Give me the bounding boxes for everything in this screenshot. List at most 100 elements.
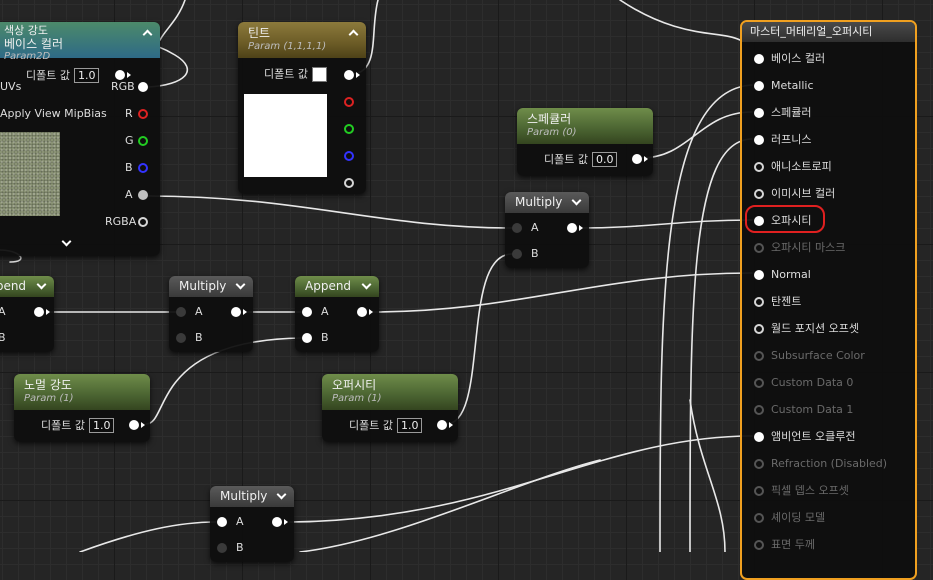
specular-subtitle: Param (0) — [527, 127, 577, 138]
multiply-top-out-pin[interactable] — [567, 223, 577, 233]
master-material-node[interactable]: 마스터_머테리얼_오퍼시티 베이스 컬러 Metallic 스페큘러 러프니스 애니소트… — [740, 20, 917, 580]
multiply-top-a-in-pin[interactable] — [512, 223, 522, 233]
specular-default-input[interactable]: 0.0 — [591, 152, 618, 167]
a-out-pin[interactable] — [138, 190, 148, 200]
master-input-pin[interactable] — [754, 54, 764, 64]
normal-intensity-default-input[interactable]: 1.0 — [88, 418, 115, 433]
multiply-bottom-pin-a: A — [236, 515, 244, 528]
expand-icon[interactable] — [60, 236, 72, 248]
tint-color-swatch[interactable] — [311, 67, 327, 82]
specular-out-pin[interactable] — [632, 154, 642, 164]
default-value-input[interactable]: 1.0 — [73, 68, 100, 83]
multiply-node-top[interactable]: Multiply A B — [505, 192, 589, 268]
tint-b-out-pin[interactable] — [344, 151, 354, 161]
master-input-pin[interactable] — [754, 162, 764, 172]
normal-intensity-out-pin[interactable] — [129, 420, 139, 430]
master-input-pin[interactable] — [754, 297, 764, 307]
master-input-label: Normal — [771, 268, 811, 281]
master-input-pin[interactable] — [754, 135, 764, 145]
chevron-down-icon[interactable] — [35, 279, 47, 291]
master-input-pin[interactable] — [754, 432, 764, 442]
master-input-pin[interactable] — [754, 81, 764, 91]
tint-a-out-pin[interactable] — [344, 178, 354, 188]
append-node-mid[interactable]: Append A B — [295, 276, 379, 352]
append-mid-pin-a: A — [321, 305, 329, 318]
wire — [299, 459, 601, 552]
texture-preview — [0, 132, 60, 216]
normal-intensity-header[interactable]: 노멀 강도 Param (1) — [14, 374, 150, 410]
rgb-out-pin[interactable] — [138, 82, 148, 92]
master-input-pin[interactable] — [754, 405, 764, 415]
b-out-pin[interactable] — [138, 163, 148, 173]
tint-r-out-pin[interactable] — [344, 97, 354, 107]
opacity-param-default-input[interactable]: 1.0 — [396, 418, 423, 433]
multiply-top-header[interactable]: Multiply — [505, 192, 589, 213]
append-left-header[interactable]: Append — [0, 276, 54, 297]
wire — [577, 219, 753, 229]
chevron-down-icon[interactable] — [234, 279, 246, 291]
tint-header[interactable]: 틴트 Param (1,1,1,1) — [238, 22, 366, 58]
master-input-pin[interactable] — [754, 243, 764, 253]
master-material-header[interactable]: 마스터_머테리얼_오퍼시티 — [742, 22, 915, 42]
opacity-param-node[interactable]: 오퍼시티 Param (1) 디폴트 값 1.0 — [322, 374, 458, 442]
append-node-left[interactable]: Append A B — [0, 276, 54, 352]
master-input-pin[interactable] — [754, 486, 764, 496]
collapse-icon[interactable] — [347, 27, 359, 39]
tint-preview — [244, 94, 327, 177]
append-mid-a-in-pin[interactable] — [302, 307, 312, 317]
multiply-bottom-a-in-pin[interactable] — [217, 517, 227, 527]
append-mid-header[interactable]: Append — [295, 276, 379, 297]
multiply-top-b-in-pin[interactable] — [512, 249, 522, 259]
tint-subtitle: Param (1,1,1,1) — [248, 41, 327, 52]
master-input-pin[interactable] — [754, 540, 764, 550]
wire — [640, 111, 753, 159]
master-input-pin[interactable] — [754, 459, 764, 469]
arrow-icon — [449, 422, 453, 428]
master-input-pin[interactable] — [754, 351, 764, 361]
r-out-pin[interactable] — [138, 109, 148, 119]
master-input-pin[interactable] — [754, 108, 764, 118]
append-mid-out-pin[interactable] — [357, 307, 367, 317]
tint-node[interactable]: 틴트 Param (1,1,1,1) 디폴트 값 — [238, 22, 366, 194]
arrow-icon — [141, 422, 145, 428]
normal-intensity-node[interactable]: 노멀 강도 Param (1) 디폴트 값 1.0 — [14, 374, 150, 442]
rgba-out-pin[interactable] — [138, 217, 148, 227]
multiply-bottom-out-pin[interactable] — [272, 517, 282, 527]
opacity-param-header[interactable]: 오퍼시티 Param (1) — [322, 374, 458, 410]
g-out-pin[interactable] — [138, 136, 148, 146]
opacity-param-out-pin[interactable] — [437, 420, 447, 430]
chevron-down-icon[interactable] — [275, 489, 287, 501]
append-left-pin-b: B — [0, 331, 6, 344]
texture-sample-header[interactable]: 색상 강도 베이스 컬러 Param2D — [0, 22, 160, 62]
append-mid-b-in-pin[interactable] — [302, 333, 312, 343]
texture-sample-node[interactable]: 색상 강도 베이스 컬러 Param2D 디폴트 값 1.0 UVs RGB Ap… — [0, 22, 160, 256]
arrow-icon — [369, 309, 373, 315]
multiply-bottom-header[interactable]: Multiply — [210, 486, 294, 507]
pin-label-rgb: RGB — [111, 80, 135, 93]
multiply-mid-out-pin[interactable] — [231, 307, 241, 317]
multiply-top-pin-b: B — [531, 247, 539, 260]
master-input-pin[interactable] — [754, 513, 764, 523]
master-input-pin[interactable] — [754, 324, 764, 334]
chevron-down-icon[interactable] — [360, 279, 372, 291]
master-input-pin[interactable] — [754, 270, 764, 280]
multiply-mid-b-in-pin[interactable] — [176, 333, 186, 343]
multiply-mid-header[interactable]: Multiply — [169, 276, 253, 297]
tint-g-out-pin[interactable] — [344, 124, 354, 134]
master-input-pin[interactable] — [754, 378, 764, 388]
chevron-down-icon[interactable] — [570, 195, 582, 207]
tint-title: 틴트 — [248, 26, 271, 40]
collapse-icon[interactable] — [141, 27, 153, 39]
tint-rgb-out-pin[interactable] — [344, 70, 354, 80]
specular-node[interactable]: 스페큘러 Param (0) 디폴트 값 0.0 — [517, 108, 653, 176]
master-input-pin[interactable] — [754, 189, 764, 199]
pin-label-a: A — [125, 188, 133, 201]
multiply-mid-a-in-pin[interactable] — [176, 307, 186, 317]
multiply-node-mid[interactable]: Multiply A B — [169, 276, 253, 352]
master-input-label: 스페큘러 — [771, 106, 812, 119]
multiply-node-bottom[interactable]: Multiply A B — [210, 486, 294, 562]
specular-header[interactable]: 스페큘러 Param (0) — [517, 108, 653, 144]
master-input-label: 베이스 컬러 — [771, 52, 826, 65]
default-value-out-pin[interactable] — [115, 70, 125, 80]
append-left-out-pin[interactable] — [34, 307, 44, 317]
